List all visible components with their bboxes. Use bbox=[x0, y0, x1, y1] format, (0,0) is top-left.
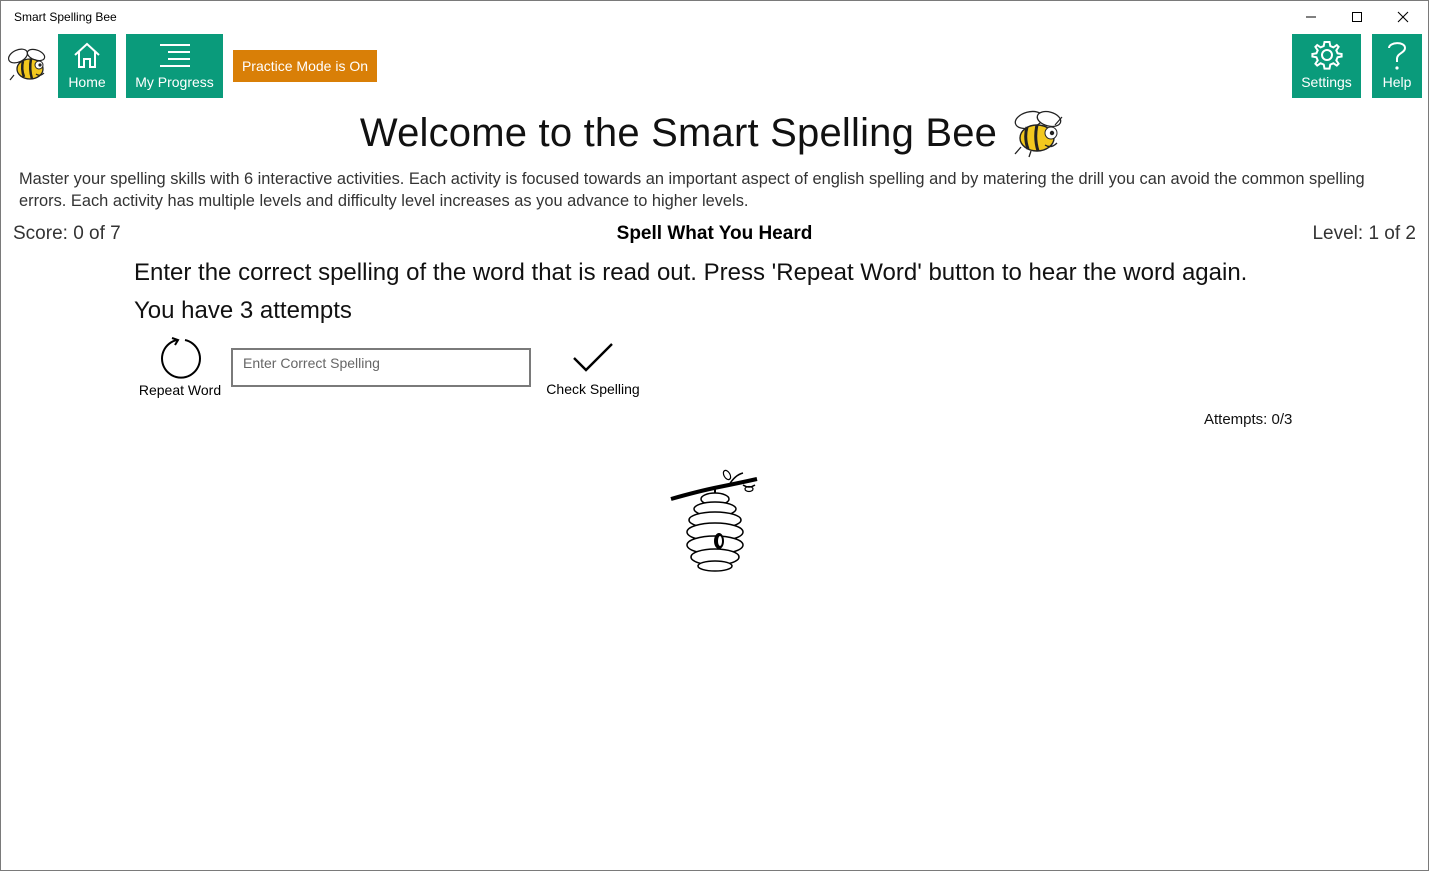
settings-button[interactable]: Settings bbox=[1292, 34, 1361, 98]
refresh-icon bbox=[161, 337, 201, 379]
attempt-counter: Attempts: 0/3 bbox=[1204, 411, 1293, 428]
settings-label: Settings bbox=[1301, 74, 1352, 90]
maximize-button[interactable] bbox=[1334, 1, 1380, 33]
attempts-info: You have 3 attempts bbox=[134, 297, 352, 324]
instruction-text: Enter the correct spelling of the word t… bbox=[134, 259, 1248, 286]
app-window: Smart Spelling Bee Home My Progress Prac… bbox=[0, 0, 1429, 871]
home-button[interactable]: Home bbox=[58, 34, 116, 98]
checkmark-icon bbox=[573, 343, 613, 372]
gear-icon bbox=[1310, 41, 1343, 70]
spelling-input[interactable] bbox=[231, 348, 531, 387]
close-icon bbox=[1397, 11, 1409, 23]
repeat-word-label: Repeat Word bbox=[138, 382, 222, 398]
page-title: Welcome to the Smart Spelling Bee bbox=[359, 110, 998, 155]
minimize-icon bbox=[1306, 16, 1316, 18]
help-label: Help bbox=[1382, 74, 1412, 90]
bee-logo-icon bbox=[7, 48, 46, 81]
home-label: Home bbox=[68, 74, 106, 90]
bee-icon bbox=[1014, 110, 1063, 158]
my-progress-button[interactable]: My Progress bbox=[126, 34, 223, 98]
question-icon bbox=[1388, 42, 1407, 70]
welcome-header: Welcome to the Smart Spelling Bee bbox=[1, 107, 1428, 159]
help-button[interactable]: Help bbox=[1372, 34, 1422, 98]
intro-paragraph: Master your spelling skills with 6 inter… bbox=[19, 170, 1365, 210]
list-icon bbox=[159, 44, 190, 67]
minimize-button[interactable] bbox=[1288, 1, 1334, 33]
check-spelling-label: Check Spelling bbox=[546, 381, 640, 397]
check-spelling-button[interactable]: Check Spelling bbox=[541, 337, 645, 401]
title-bar[interactable]: Smart Spelling Bee bbox=[1, 1, 1428, 33]
level-text: Level: 1 of 2 bbox=[1312, 223, 1416, 244]
practice-mode-badge[interactable]: Practice Mode is On bbox=[233, 50, 377, 82]
home-icon bbox=[74, 42, 100, 68]
beehive-icon bbox=[670, 469, 758, 572]
activity-title: Spell What You Heard bbox=[616, 223, 813, 244]
my-progress-label: My Progress bbox=[135, 74, 214, 90]
close-button[interactable] bbox=[1380, 1, 1426, 33]
repeat-word-button[interactable]: Repeat Word bbox=[134, 334, 226, 400]
window-title: Smart Spelling Bee bbox=[14, 10, 117, 24]
maximize-icon bbox=[1352, 12, 1362, 22]
